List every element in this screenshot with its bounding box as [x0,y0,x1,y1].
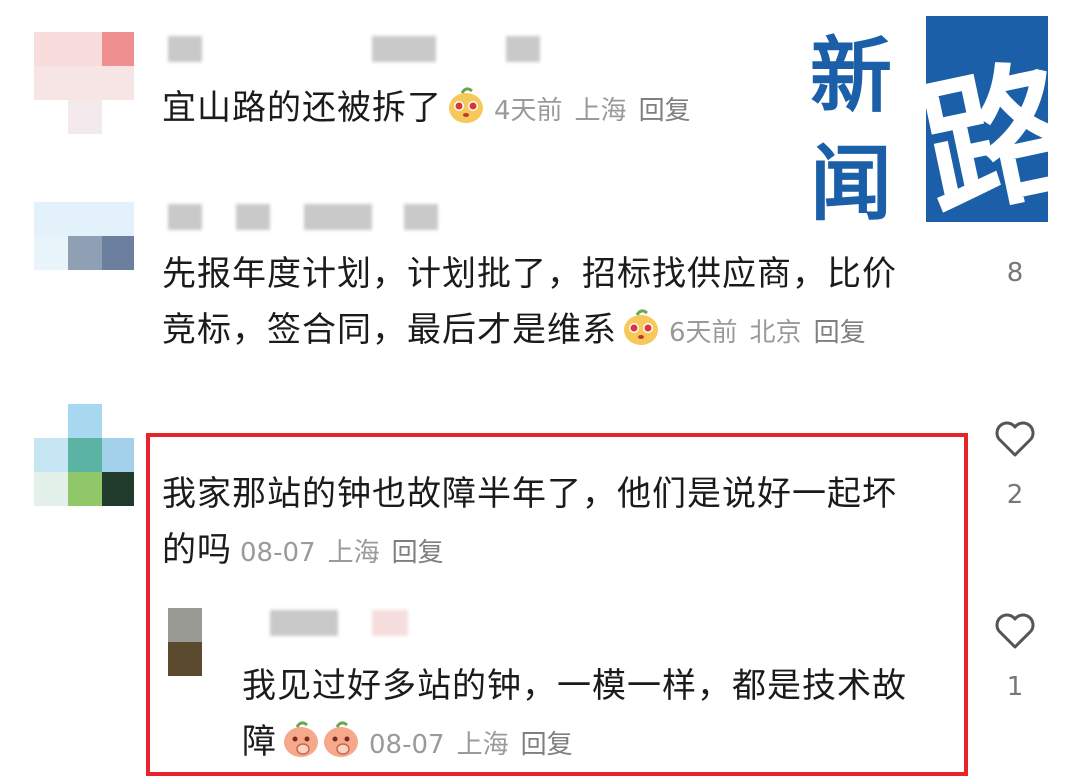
comment-text: 宜山路的还被拆了 [162,88,442,128]
username[interactable] [404,204,438,230]
username[interactable] [168,36,202,62]
highlight-box [146,433,968,776]
peach-face-emoji-icon [621,307,661,347]
comment-location: 上海 [574,96,627,126]
heart-outline-icon [995,421,1035,457]
svg-text:闻: 闻 [810,136,892,222]
peach-face-emoji-icon [446,85,486,125]
username[interactable] [372,36,436,62]
comment-time: 6天前 [669,318,738,348]
reply-button[interactable]: 回复 [814,318,866,348]
comment-time: 4天前 [494,96,563,126]
comment-location: 北京 [749,318,802,348]
avatar[interactable] [34,202,134,270]
svg-text:新: 新 [810,28,892,124]
comment-body: 先报年度计划，计划批了，招标找供应商，比价 竞标，签合同，最后才是维系 6天前北… [162,246,897,361]
comment-text-line: 竞标，签合同，最后才是维系 [162,310,617,350]
reply-button[interactable]: 回复 [639,96,691,126]
avatar[interactable] [34,32,134,134]
username[interactable] [506,36,540,62]
username[interactable] [236,204,270,230]
heart-outline-icon [995,613,1035,649]
username[interactable] [304,204,372,230]
like-button[interactable] [985,420,1045,458]
like-count: 1 [1006,672,1024,702]
comment-body: 宜山路的还被拆了 4天前 上海 回复 [162,80,703,139]
like-button[interactable] [985,612,1045,650]
username[interactable] [168,204,202,230]
comment-text-line: 先报年度计划，计划批了，招标找供应商，比价 [162,254,897,294]
like-count: 2 [1006,480,1024,510]
like-count: 8 [1006,258,1024,288]
avatar[interactable] [34,404,134,506]
xinwenlu-logo: 新 闻 路 [808,16,1080,242]
